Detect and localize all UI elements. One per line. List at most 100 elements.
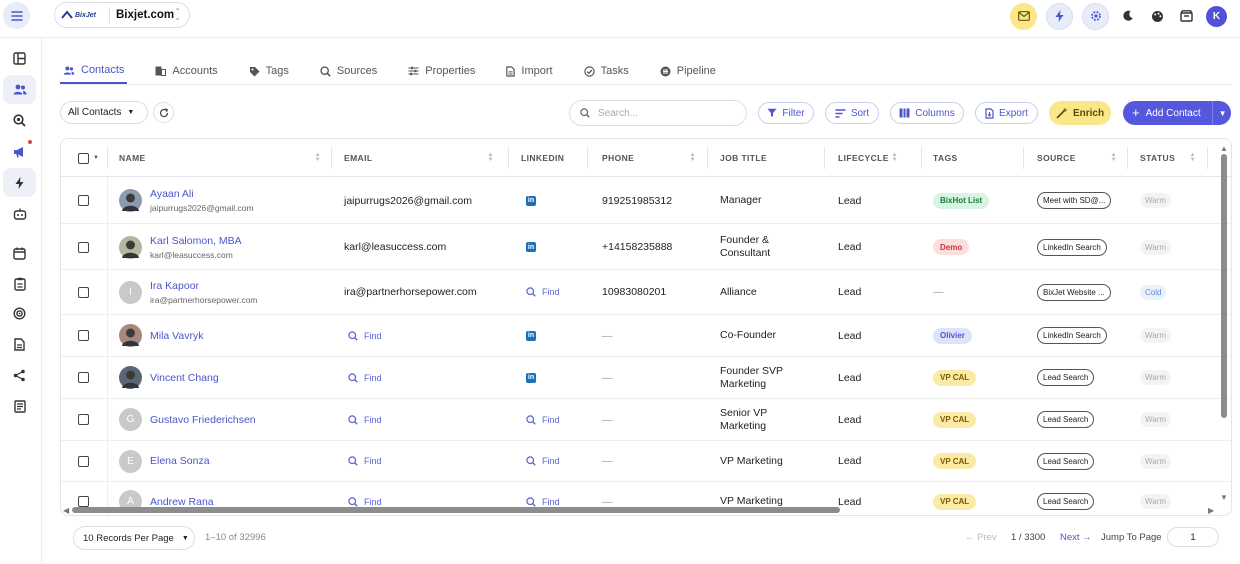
row-select[interactable] xyxy=(78,315,89,356)
scroll-up-icon[interactable]: ▲ xyxy=(1220,144,1228,153)
row-select[interactable] xyxy=(78,225,89,269)
sidebar-item-tasks[interactable] xyxy=(3,269,36,298)
tab-import[interactable]: Import xyxy=(503,58,555,84)
status-badge[interactable]: Warm xyxy=(1140,412,1172,427)
tag-badge[interactable]: Olivier xyxy=(933,327,972,344)
tab-tasks[interactable]: Tasks xyxy=(581,58,632,84)
column-status[interactable]: STATUS ▲ ▼ xyxy=(1140,139,1206,177)
sidebar-item-contacts[interactable] xyxy=(3,75,36,104)
row-select[interactable] xyxy=(78,399,89,440)
contact-name-link[interactable]: Ira Kapoor xyxy=(150,280,257,292)
tab-contacts[interactable]: Contacts xyxy=(60,58,128,84)
find-link[interactable]: Find xyxy=(526,287,560,297)
table-row[interactable]: G Gustavo Friederichsen Find Find — Senior VP… xyxy=(61,399,1231,441)
column-tags[interactable]: TAGS xyxy=(933,139,1023,177)
table-row[interactable]: E Elena Sonza Find Find — VP Marketing Lead VP … xyxy=(61,441,1231,482)
row-checkbox[interactable] xyxy=(78,286,89,298)
sidebar-item-reports[interactable] xyxy=(3,392,36,421)
tag-badge[interactable]: VP CAL xyxy=(933,453,977,469)
menu-button[interactable] xyxy=(3,2,30,29)
row-checkbox[interactable] xyxy=(78,455,89,467)
user-avatar[interactable]: K xyxy=(1206,5,1227,27)
row-checkbox[interactable] xyxy=(78,330,89,341)
add-contact-button[interactable]: + Add Contact ▼ xyxy=(1123,101,1231,125)
tag-badge[interactable]: Demo xyxy=(933,239,970,255)
columns-button[interactable]: Columns xyxy=(890,102,964,124)
tab-sources[interactable]: Sources xyxy=(317,58,380,84)
column-linkedin[interactable]: LINKEDIN xyxy=(521,139,591,177)
tab-tags[interactable]: Tags xyxy=(246,58,292,84)
caret-down-icon[interactable]: ▼ xyxy=(1219,109,1227,118)
view-select[interactable]: All Contacts ▼ xyxy=(60,101,148,124)
row-checkbox[interactable] xyxy=(78,414,89,425)
table-row[interactable]: Karl Salomon, MBA karl@leasuccess.com karl… xyxy=(61,225,1231,270)
status-badge[interactable]: Warm xyxy=(1140,239,1172,255)
theme-toggle[interactable] xyxy=(1118,6,1138,26)
horizontal-scroll-thumb[interactable] xyxy=(72,507,840,513)
row-select[interactable] xyxy=(78,178,89,223)
jump-to-page-input[interactable] xyxy=(1167,527,1219,547)
select-all[interactable]: ▼ xyxy=(78,139,108,177)
linkedin-icon[interactable]: in xyxy=(526,195,536,206)
tag-badge[interactable]: BixHot List xyxy=(933,192,990,209)
sidebar-item-campaigns[interactable] xyxy=(3,137,36,166)
enrich-button[interactable]: Enrich xyxy=(1049,101,1111,125)
bolt-button[interactable] xyxy=(1046,2,1073,30)
find-link[interactable]: Find xyxy=(348,331,382,341)
find-link[interactable]: Find xyxy=(348,373,382,383)
sidebar-item-calendar[interactable] xyxy=(3,239,36,268)
sidebar-item-goals[interactable] xyxy=(3,299,36,328)
contact-name-link[interactable]: Ayaan Ali xyxy=(150,188,254,200)
table-row[interactable]: Vincent Chang Find in — Founder SVP Marketin… xyxy=(61,357,1231,399)
scroll-left-icon[interactable]: ◀ xyxy=(63,506,69,515)
contact-name-link[interactable]: Vincent Chang xyxy=(150,372,219,384)
status-badge[interactable]: Warm xyxy=(1140,370,1172,385)
row-checkbox[interactable] xyxy=(78,195,89,206)
scroll-down-icon[interactable]: ▼ xyxy=(1220,493,1228,502)
linkedin-icon[interactable]: in xyxy=(526,330,536,341)
tag-badge[interactable]: — xyxy=(933,286,944,298)
prev-page-button[interactable]: ← Prev xyxy=(965,532,997,543)
tag-badge[interactable]: VP CAL xyxy=(933,369,977,386)
tab-accounts[interactable]: Accounts xyxy=(152,58,220,84)
search-input[interactable] xyxy=(598,107,728,119)
row-checkbox[interactable] xyxy=(78,241,89,253)
sidebar-item-ai-agent[interactable] xyxy=(3,199,36,228)
sort-button[interactable]: Sort xyxy=(825,102,879,124)
scroll-right-icon[interactable]: ▶ xyxy=(1208,506,1214,515)
status-badge[interactable]: Warm xyxy=(1140,328,1172,343)
sidebar-item-automations[interactable] xyxy=(3,168,36,197)
tab-properties[interactable]: Properties xyxy=(405,58,478,84)
status-badge[interactable]: Warm xyxy=(1140,193,1172,208)
vertical-scroll-thumb[interactable] xyxy=(1221,154,1227,418)
store-button[interactable] xyxy=(1176,6,1196,26)
contact-name-link[interactable]: Elena Sonza xyxy=(150,455,210,467)
sidebar-item-documents[interactable] xyxy=(3,330,36,359)
next-page-button[interactable]: Next → xyxy=(1060,532,1092,543)
linkedin-icon[interactable]: in xyxy=(526,242,536,252)
status-badge[interactable]: Warm xyxy=(1140,453,1172,469)
sidebar-item-share[interactable] xyxy=(3,361,36,390)
contact-name-link[interactable]: Karl Salomon, MBA xyxy=(150,235,242,247)
table-row[interactable]: Ayaan Ali jaipurrugs2026@gmail.com jaipurr… xyxy=(61,178,1231,224)
column-phone[interactable]: PHONE ▲ ▼ xyxy=(602,139,706,177)
filter-button[interactable]: Filter xyxy=(758,102,814,124)
linkedin-icon[interactable]: in xyxy=(526,372,536,383)
contact-name-link[interactable]: Gustavo Friederichsen xyxy=(150,414,256,426)
workspace-switcher[interactable]: BixJet Bixjet.com ⌃ ⌄ xyxy=(54,2,190,28)
refresh-button[interactable] xyxy=(153,102,174,123)
find-link[interactable]: Find xyxy=(526,456,560,466)
table-row[interactable]: I Ira Kapoor ira@partnerhorsepower.com ira@… xyxy=(61,270,1231,315)
column-lifecycle[interactable]: LIFECYCLE ▲ ▼ xyxy=(838,139,908,177)
row-select[interactable] xyxy=(78,270,89,314)
sidebar-item-dashboard[interactable] xyxy=(3,44,36,73)
palette-button[interactable] xyxy=(1147,6,1167,26)
row-select[interactable] xyxy=(78,357,89,398)
table-row[interactable]: Mila Vavryk Find in — Co-Founder Lead Olivier L… xyxy=(61,315,1231,357)
select-all-checkbox[interactable] xyxy=(78,152,89,164)
column-job-title[interactable]: JOB TITLE xyxy=(720,139,820,177)
find-link[interactable]: Find xyxy=(526,415,560,425)
column-email[interactable]: EMAIL ▲ ▼ xyxy=(344,139,504,177)
export-button[interactable]: Export xyxy=(975,102,1038,124)
status-badge[interactable]: Cold xyxy=(1140,284,1167,300)
